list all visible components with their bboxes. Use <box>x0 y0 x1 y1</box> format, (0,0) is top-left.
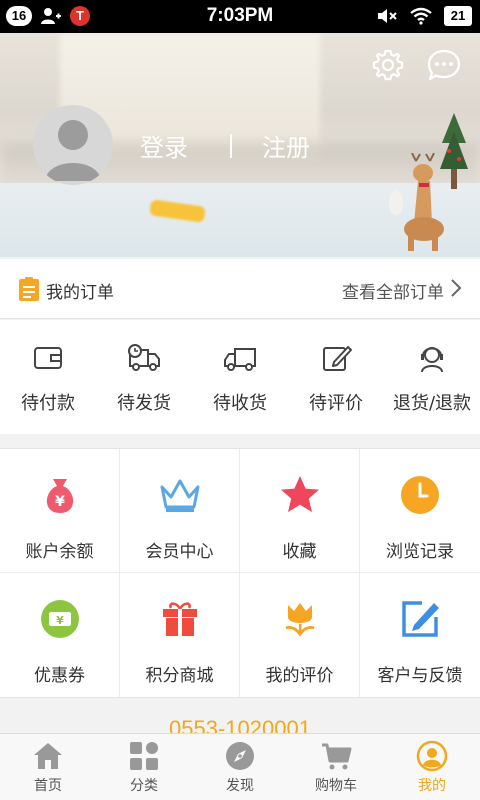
deer-figurine-decoration <box>389 153 444 251</box>
tab-label: 分类 <box>130 778 158 794</box>
chevron-right-icon <box>451 279 462 297</box>
edit-icon <box>323 346 352 371</box>
home-icon <box>34 743 62 769</box>
service-label: 浏览记录 <box>386 542 454 562</box>
gift-icon <box>162 602 197 636</box>
chat-bubble-icon <box>427 49 461 81</box>
order-status-pending-receipt[interactable]: 待收货 <box>192 320 288 434</box>
tab-label: 发现 <box>226 778 254 794</box>
order-status-pending-payment[interactable]: 待付款 <box>0 320 96 434</box>
bottom-tab-bar: 首页 分类 发现 购物车 我的 <box>0 733 480 800</box>
truck-icon <box>224 348 256 371</box>
service-label: 积分商城 <box>145 666 214 686</box>
order-status-label: 待付款 <box>21 393 75 414</box>
my-orders-title: 我的订单 <box>46 283 114 303</box>
service-label: 会员中心 <box>145 542 214 562</box>
money-bag-icon: ¥ <box>46 479 73 513</box>
service-customer-feedback[interactable]: 客户与反馈 <box>360 573 480 697</box>
services-grid: ¥ 账户余额 会员中心 收藏 浏览记录 ¥ 优惠券 积分商城 我的评价 客户与反… <box>0 448 480 698</box>
status-right: 21 <box>376 6 472 26</box>
star-icon <box>280 476 319 512</box>
login-link[interactable]: 登录 <box>140 128 188 163</box>
service-my-reviews[interactable]: 我的评价 <box>240 573 360 697</box>
messages-button[interactable] <box>426 47 462 83</box>
order-status-returns[interactable]: 退货/退款 <box>384 320 480 434</box>
cart-icon <box>322 743 352 770</box>
tab-label: 我的 <box>418 778 446 794</box>
service-account-balance[interactable]: ¥ 账户余额 <box>0 449 120 573</box>
clock-icon <box>401 476 439 514</box>
service-label: 客户与反馈 <box>377 666 463 686</box>
gear-icon <box>372 49 404 81</box>
order-status-row: 待付款 待发货 待收货 待评价 退货/退款 <box>0 320 480 434</box>
customer-service-icon <box>421 347 443 373</box>
truck-clock-icon <box>128 344 160 371</box>
tab-cart[interactable]: 购物车 <box>288 734 384 800</box>
default-avatar-icon <box>45 120 101 181</box>
tab-profile[interactable]: 我的 <box>384 734 480 800</box>
service-favorites[interactable]: 收藏 <box>240 449 360 573</box>
feedback-edit-icon <box>402 601 439 637</box>
order-status-label: 待发货 <box>117 393 171 414</box>
battery-level: 21 <box>444 6 472 26</box>
service-label: 我的评价 <box>265 666 334 686</box>
my-orders-bar[interactable]: 我的订单 查看全部订单 <box>0 259 480 319</box>
order-list-icon <box>19 277 39 301</box>
service-browsing-history[interactable]: 浏览记录 <box>360 449 480 573</box>
screen: 16 T 7:03PM 21 登录 注册 我的订单 查看全部订单 待付款 待发货… <box>0 0 480 800</box>
coupon-icon: ¥ <box>40 600 79 638</box>
profile-icon <box>416 740 448 772</box>
svg-text:¥: ¥ <box>56 614 64 627</box>
status-bar: 16 T 7:03PM 21 <box>0 0 480 33</box>
order-status-pending-shipment[interactable]: 待发货 <box>96 320 192 434</box>
service-points-mall[interactable]: 积分商城 <box>120 573 240 697</box>
category-icon <box>130 742 158 770</box>
order-status-label: 待评价 <box>309 393 363 414</box>
tab-label: 首页 <box>34 778 62 794</box>
tab-home[interactable]: 首页 <box>0 734 96 800</box>
tab-category[interactable]: 分类 <box>96 734 192 800</box>
register-link[interactable]: 注册 <box>262 128 310 163</box>
wifi-icon <box>410 7 432 25</box>
profile-header: 登录 注册 <box>0 33 480 257</box>
order-status-label: 退货/退款 <box>392 393 472 414</box>
tab-label: 购物车 <box>315 778 357 794</box>
service-member-center[interactable]: 会员中心 <box>120 449 240 573</box>
order-status-label: 待收货 <box>213 393 267 414</box>
crown-icon <box>160 479 199 512</box>
tab-discover[interactable]: 发现 <box>192 734 288 800</box>
service-label: 收藏 <box>282 542 317 562</box>
settings-button[interactable] <box>370 47 406 83</box>
service-coupons[interactable]: ¥ 优惠券 <box>0 573 120 697</box>
service-label: 优惠券 <box>34 666 85 686</box>
tulip-icon <box>285 603 314 637</box>
mute-icon <box>378 9 397 23</box>
wallet-icon <box>34 347 62 369</box>
service-label: 账户余额 <box>25 542 94 562</box>
auth-divider <box>230 133 232 158</box>
compass-icon <box>226 742 254 770</box>
avatar[interactable] <box>33 105 113 185</box>
svg-text:¥: ¥ <box>55 494 65 510</box>
order-status-pending-review[interactable]: 待评价 <box>288 320 384 434</box>
auth-links: 登录 注册 <box>140 128 310 163</box>
view-all-orders-link[interactable]: 查看全部订单 <box>342 278 444 303</box>
